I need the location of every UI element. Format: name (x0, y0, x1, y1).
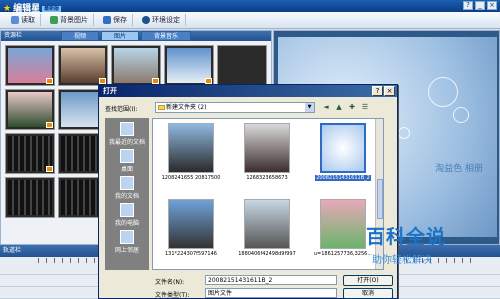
resource-tabs: 视频 图片 背景音乐 (61, 31, 192, 41)
look-in-value: 新建文件夹 (2) (166, 104, 207, 111)
tab-music[interactable]: 背景音乐 (141, 31, 192, 41)
chevron-down-icon: ▼ (305, 103, 314, 112)
file-thumbnail (244, 123, 290, 173)
network-icon (120, 230, 134, 244)
desktop-icon (120, 149, 134, 163)
new-folder-icon[interactable]: ✚ (347, 103, 357, 112)
dialog-window-controls: ? × (372, 86, 395, 96)
look-in-label: 查找范围(I): (105, 106, 138, 113)
dialog-nav-icons: ◄ ▲ ✚ ☰ (321, 103, 370, 112)
thumbnail[interactable] (5, 177, 55, 218)
save-icon (103, 16, 111, 24)
settings-button[interactable]: 环境设定 (137, 14, 186, 26)
place-desktop[interactable]: 桌面 (107, 149, 147, 173)
place-recent[interactable]: 我最近的文档 (107, 122, 147, 146)
file-item[interactable]: 1880406f42498d9f997 (231, 199, 303, 269)
preview-caption: 淘益色 相册 (435, 164, 483, 174)
file-name: 1880406f42498d9f997 (238, 251, 296, 257)
file-item-selected[interactable]: 20082151431611B_2 (307, 123, 379, 195)
file-thumbnail (320, 123, 366, 173)
filename-input[interactable]: 20082151431611B_2 (205, 275, 337, 285)
place-label: 桌面 (120, 166, 133, 173)
save-label: 保存 (113, 16, 127, 24)
dialog-title: 打开 (99, 85, 397, 97)
folder-icon (158, 105, 165, 110)
badge-icon (46, 78, 53, 84)
filename-label: 文件名(N): (155, 279, 185, 286)
look-in-dropdown[interactable]: 新建文件夹 (2) ▼ (155, 102, 315, 113)
file-thumbnail (244, 199, 290, 249)
place-label: 网上邻居 (114, 247, 139, 254)
settings-label: 环境设定 (152, 16, 180, 24)
documents-icon (120, 176, 134, 190)
watermark: 百科全说 助你轻松解决 (360, 222, 500, 274)
computer-icon (120, 203, 134, 217)
file-name: 20082151431611B_2 (315, 175, 371, 181)
title-bar: ★ 编辑星 最新版 ? _ × (0, 0, 500, 14)
badge-icon (46, 166, 53, 172)
file-name: 131*224307f597146 (165, 251, 217, 257)
thumbnail[interactable] (111, 45, 161, 86)
watermark-main: 百科全说 (366, 226, 447, 248)
place-computer[interactable]: 我的电脑 (107, 203, 147, 227)
place-label: 我的电脑 (114, 220, 139, 227)
badge-icon (46, 122, 53, 128)
read-label: 读取 (21, 16, 35, 24)
dialog-help-button[interactable]: ? (372, 86, 383, 96)
recent-documents-icon (120, 122, 134, 136)
tab-video[interactable]: 视频 (61, 31, 100, 41)
window-controls: ? _ × (463, 1, 497, 10)
gear-icon (142, 16, 150, 24)
file-name: 1268323658673 (246, 175, 288, 181)
help-button[interactable]: ? (463, 1, 473, 10)
open-dialog: 打开 ? × 查找范围(I): 新建文件夹 (2) ▼ ◄ ▲ ✚ ☰ 我最近的… (98, 84, 398, 299)
file-item[interactable]: 1268323658673 (231, 123, 303, 195)
place-documents[interactable]: 我的文档 (107, 176, 147, 200)
scrollbar-thumb[interactable] (377, 179, 383, 219)
back-icon[interactable]: ◄ (321, 103, 331, 112)
file-name: 1208241655 20817500 (161, 175, 221, 181)
thumbnail[interactable] (217, 45, 267, 86)
up-folder-icon[interactable]: ▲ (334, 103, 344, 112)
filetype-dropdown[interactable]: 图片文件 (205, 288, 337, 298)
places-bar: 我最近的文档 桌面 我的文档 我的电脑 网上邻居 (105, 118, 149, 270)
file-list: 1208241655 20817500 1268323658673 200821… (152, 118, 384, 270)
thumbnail[interactable] (58, 45, 108, 86)
toolbar: 读取 背景图片 保存 环境设定 (0, 12, 500, 29)
view-menu-icon[interactable]: ☰ (360, 103, 370, 112)
file-grid: 1208241655 20817500 1268323658673 200821… (155, 123, 379, 269)
place-label: 我的文档 (114, 193, 139, 200)
watermark-sub: 助你轻松解决 (372, 255, 432, 266)
background-image-label: 背景图片 (60, 16, 88, 24)
file-item[interactable]: 131*224307f597146 (155, 199, 227, 269)
place-label: 我最近的文档 (108, 139, 145, 146)
cancel-button[interactable]: 取消 (343, 288, 393, 299)
read-button[interactable]: 读取 (6, 14, 41, 26)
tab-images[interactable]: 图片 (101, 31, 140, 41)
file-item[interactable]: 1208241655 20817500 (155, 123, 227, 195)
thumbnail[interactable] (5, 45, 55, 86)
file-thumbnail (168, 123, 214, 173)
thumbnail[interactable] (5, 133, 55, 174)
thumbnail[interactable] (164, 45, 214, 86)
minimize-button[interactable]: _ (475, 1, 485, 10)
open-icon (11, 16, 19, 24)
save-button[interactable]: 保存 (98, 14, 133, 26)
filetype-label: 文件类型(T): (155, 292, 190, 299)
thumbnail[interactable] (5, 89, 55, 130)
file-thumbnail (168, 199, 214, 249)
app-window: ★ 编辑星 最新版 ? _ × 读取 背景图片 保存 环境设定 资源栏 视频 图片 … (0, 0, 500, 299)
place-network[interactable]: 网上邻居 (107, 230, 147, 254)
picture-icon (50, 16, 58, 24)
open-button[interactable]: 打开(O) (343, 275, 393, 286)
close-button[interactable]: × (487, 1, 497, 10)
background-image-button[interactable]: 背景图片 (45, 14, 94, 26)
dialog-close-button[interactable]: × (384, 86, 395, 96)
